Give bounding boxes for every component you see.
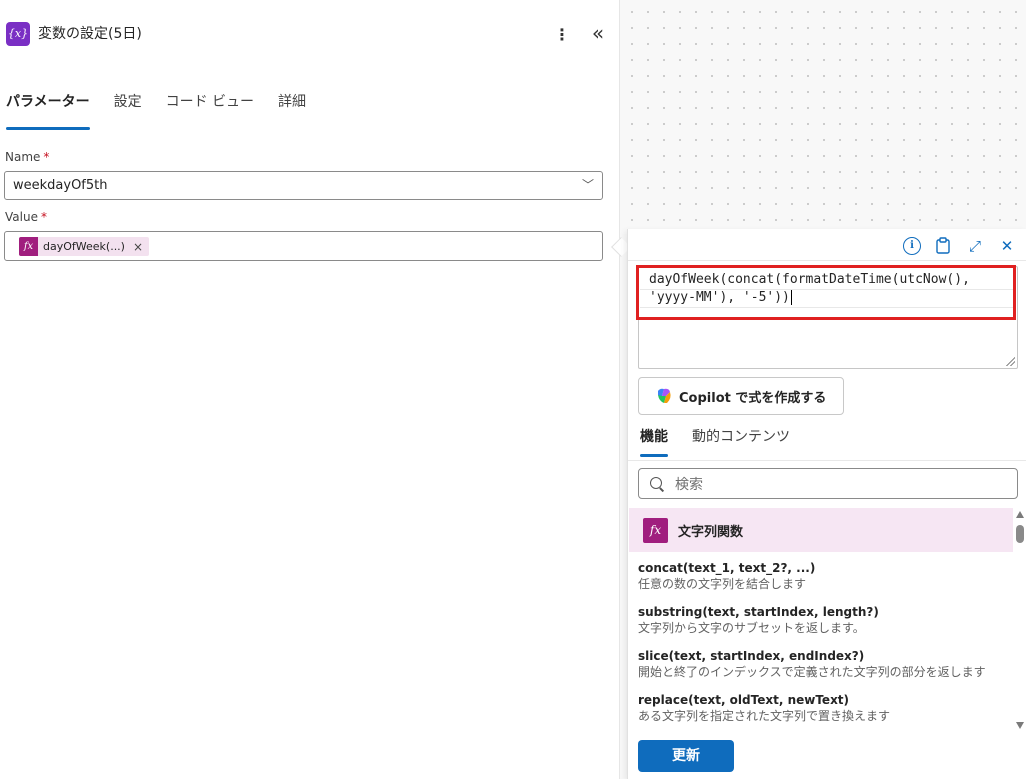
name-field-label: Name *	[5, 150, 49, 164]
remove-token-icon[interactable]: ×	[133, 240, 143, 254]
required-mark: *	[43, 150, 50, 164]
more-options-icon[interactable]: ⋮	[553, 24, 571, 46]
function-icon: fx	[19, 237, 38, 256]
copilot-icon	[658, 388, 671, 403]
category-label: 文字列関数	[678, 524, 744, 540]
tab-parameters[interactable]: パラメーター	[6, 88, 90, 130]
highlight-box	[636, 265, 1016, 320]
tab-code-view[interactable]: コード ビュー	[166, 88, 254, 124]
category-string-functions[interactable]: fx 文字列関数	[629, 508, 1013, 552]
list-item[interactable]: substring(text, startIndex, length?) 文字列…	[638, 603, 1013, 647]
list-item[interactable]: concat(text_1, text_2?, ...) 任意の数の文字列を結合…	[638, 559, 1013, 603]
required-mark: *	[40, 210, 47, 224]
popup-toolbar: i ⤢ ✕	[628, 229, 1026, 261]
expression-input[interactable]: dayOfWeek(concat(formatDateTime(utcNow()…	[636, 265, 1018, 369]
function-signature: replace(text, oldText, newText)	[638, 693, 850, 707]
value-field[interactable]: fx dayOfWeek(...) ×	[4, 231, 603, 261]
function-search-input[interactable]: 検索	[638, 468, 1018, 499]
function-list: concat(text_1, text_2?, ...) 任意の数の文字列を結合…	[638, 559, 1013, 729]
value-field-label: Value *	[5, 210, 47, 224]
close-icon[interactable]: ✕	[998, 237, 1016, 255]
scroll-up-icon[interactable]	[1016, 511, 1024, 518]
info-icon[interactable]: i	[903, 237, 921, 255]
search-icon	[649, 476, 665, 492]
tabs-divider	[628, 460, 1026, 461]
resize-grip-icon[interactable]	[1005, 356, 1015, 366]
action-title[interactable]: 変数の設定(5日)	[38, 24, 142, 44]
function-description: ある文字列を指定された文字列で置き換えます	[638, 709, 891, 723]
variable-icon: {x}	[6, 22, 30, 46]
panel-tabs: パラメーター 設定 コード ビュー 詳細	[6, 88, 306, 130]
collapse-icon[interactable]: «	[588, 22, 608, 46]
token-label: dayOfWeek(...)	[43, 240, 125, 253]
function-icon: fx	[643, 517, 668, 543]
name-field-value: weekdayOf5th	[13, 178, 108, 193]
name-label-text: Name	[5, 150, 41, 164]
action-details-panel: {x} 変数の設定(5日) ⋮ « パラメーター 設定 コード ビュー 詳細 N…	[0, 0, 619, 779]
function-description: 任意の数の文字列を結合します	[638, 577, 807, 591]
search-placeholder: 検索	[675, 476, 703, 493]
function-signature: slice(text, startIndex, endIndex?)	[638, 649, 865, 663]
name-field[interactable]: weekdayOf5th ﹀	[4, 171, 603, 200]
tab-settings[interactable]: 設定	[114, 88, 142, 124]
expression-token[interactable]: fx dayOfWeek(...) ×	[19, 237, 150, 256]
tab-details[interactable]: 詳細	[278, 88, 306, 124]
function-description: 開始と終了のインデックスで定義された文字列の部分を返します	[638, 665, 986, 679]
update-button[interactable]: 更新	[638, 740, 734, 772]
copilot-create-expression-button[interactable]: Copilot で式を作成する	[638, 377, 844, 415]
function-signature: substring(text, startIndex, length?)	[638, 605, 879, 619]
value-label-text: Value	[5, 210, 38, 224]
expression-editor-popup: i ⤢ ✕ dayOfWeek(concat(formatDateTime(ut…	[627, 229, 1026, 779]
scrollbar-thumb[interactable]	[1016, 525, 1024, 543]
tab-functions[interactable]: 機能	[640, 427, 668, 457]
chevron-down-icon[interactable]: ﹀	[582, 172, 594, 199]
function-tabs: 機能 動的コンテンツ	[640, 427, 790, 457]
list-item[interactable]: slice(text, startIndex, endIndex?) 開始と終了…	[638, 647, 1013, 691]
function-list-scrollbar[interactable]	[1014, 511, 1026, 729]
function-signature: concat(text_1, text_2?, ...)	[638, 561, 816, 575]
clipboard-icon[interactable]	[934, 237, 952, 255]
clipboard-icon-svg	[936, 237, 950, 254]
copilot-button-label: Copilot で式を作成する	[679, 390, 827, 406]
list-item[interactable]: replace(text, oldText, newText) ある文字列を指定…	[638, 691, 1013, 729]
function-description: 文字列から文字のサブセットを返します。	[638, 621, 865, 635]
expand-icon[interactable]: ⤢	[966, 237, 984, 255]
scroll-down-icon[interactable]	[1016, 722, 1024, 729]
tab-dynamic-content[interactable]: 動的コンテンツ	[692, 427, 790, 447]
